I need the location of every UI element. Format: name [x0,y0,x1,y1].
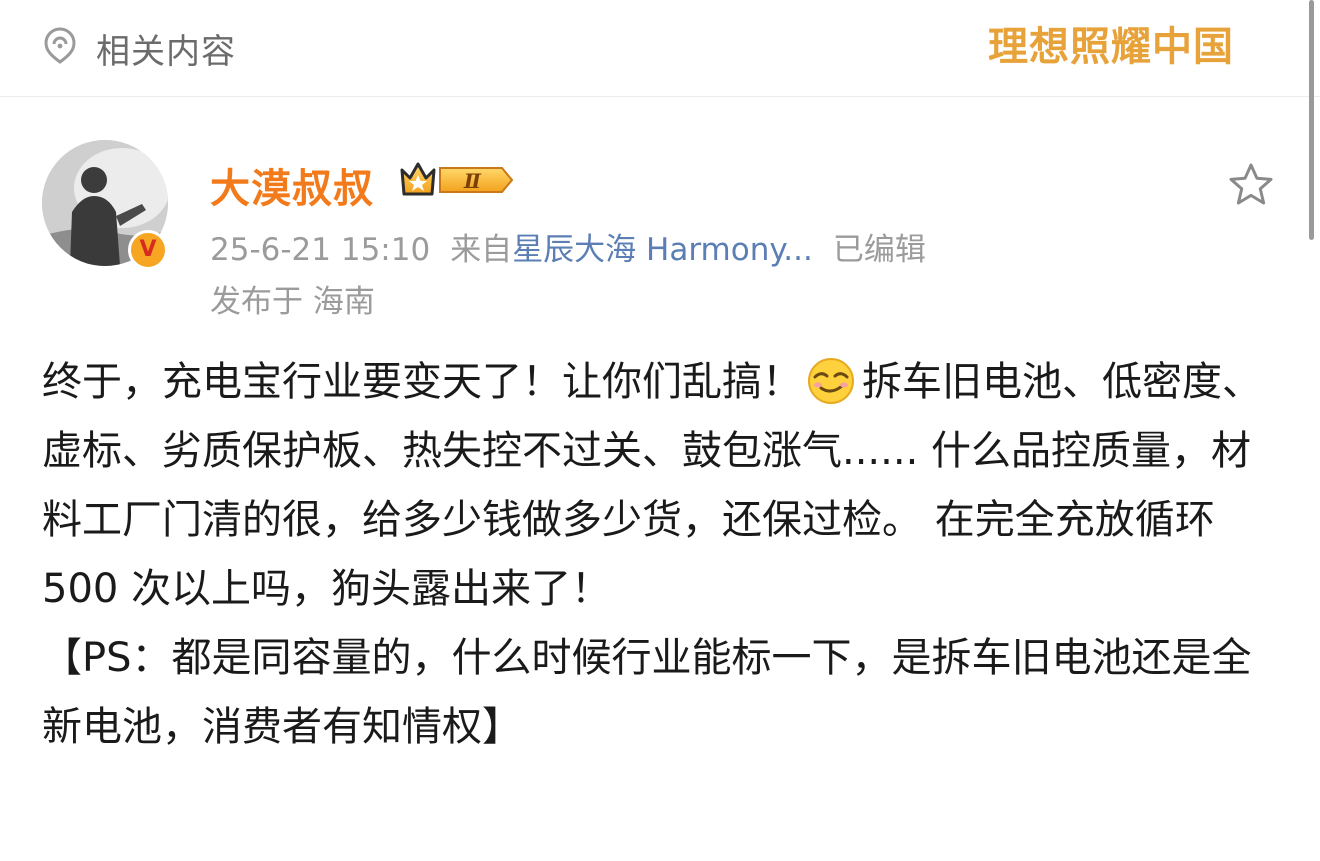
weibo-post-page: 相关内容 理想照耀中国 V 大漠叔叔 Ⅱ 25-6-21 15:10 来自星辰大… [0,0,1320,861]
post-paragraph: 终于，充电宝行业要变天了！让你们乱搞！ 拆车旧电池、低密度、虚标、劣质保护板、热失… [42,348,1282,624]
section-title: 相关内容 [96,32,236,72]
star-outline-icon[interactable] [1226,160,1276,210]
post-timestamp: 25-6-21 15:10 [210,232,431,268]
post-meta: 25-6-21 15:10 来自星辰大海 Harmony... 已编辑 [210,224,926,269]
edited-label[interactable]: 已编辑 [833,232,926,268]
slogan-banner[interactable]: 理想照耀中国 [988,14,1234,72]
source-link[interactable]: 星辰大海 Harmony... [512,232,813,268]
ear-icon [44,27,76,64]
smirk-face-emoji [808,358,854,404]
related-content-header: 相关内容 理想照耀中国 [0,0,1320,97]
author-name[interactable]: 大漠叔叔 [210,156,374,214]
post-body-part1: 终于，充电宝行业要变天了！让你们乱搞！ [42,359,802,405]
source-prefix: 来自 [450,232,513,268]
crown-icon[interactable]: Ⅱ [398,158,516,202]
post-location: 发布于 海南 [210,284,375,320]
post-text: 终于，充电宝行业要变天了！让你们乱搞！ 拆车旧电池、低密度、虚标、劣质保护板、热失… [42,348,1282,762]
post-ps-note: 【PS：都是同容量的，什么时候行业能标一下，是拆车旧电池还是全新电池，消费者有知… [42,635,1252,750]
scrollbar[interactable] [1309,0,1314,240]
level-badge-text: Ⅱ [463,169,482,193]
verified-badge: V [128,230,168,270]
